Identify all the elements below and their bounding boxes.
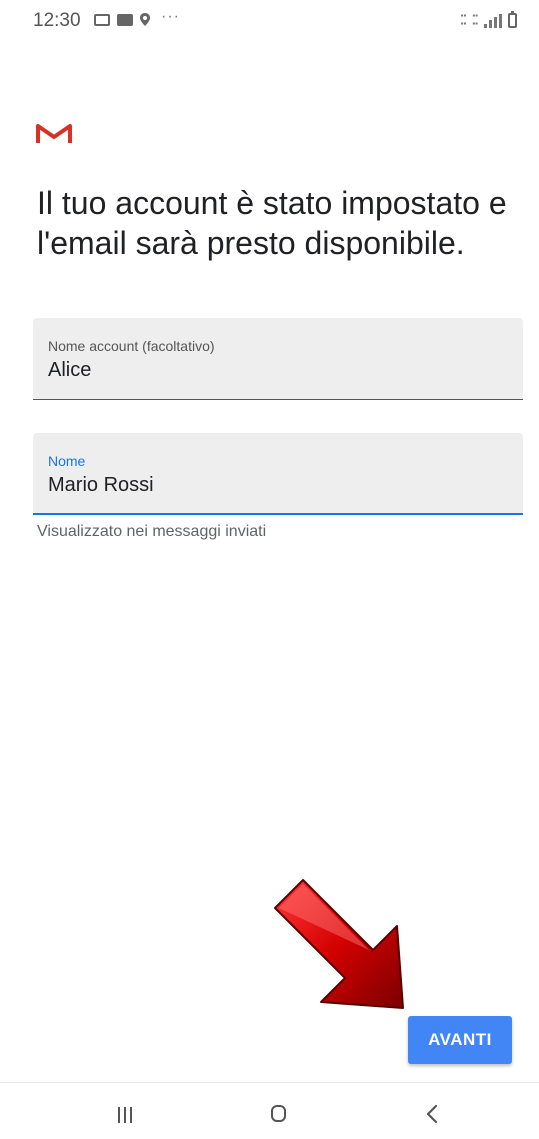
account-name-input[interactable]: Alice [48,359,91,382]
recents-icon[interactable] [118,1107,132,1123]
name-input[interactable]: Mario Rossi [48,474,154,497]
page-title: Il tuo account è stato impostato e l'ema… [37,185,507,261]
name-helper-text: Visualizzato nei messaggi inviati [37,523,267,540]
status-time: 12:30 [33,10,81,31]
status-system-icons: ▪▪ ▪▪ ▪▪ ▪▪ [460,11,517,28]
home-icon[interactable] [271,1105,286,1122]
next-button[interactable]: AVANTI [408,1016,512,1064]
navigation-bar [0,1083,539,1139]
status-notification-icons: ··· [94,8,180,26]
signal-icon [484,14,502,28]
gallery-icon [117,13,133,26]
account-name-label: Nome account (facoltativo) [48,338,215,354]
image-icon [94,13,110,26]
red-arrow-annotation [274,879,404,1009]
location-icon [140,13,150,26]
account-name-field[interactable]: Nome account (facoltativo) Alice [33,318,523,400]
4g-icon: ▪▪ ▪▪ [472,11,478,28]
more-dots-icon: ··· [161,7,180,25]
gmail-logo [36,124,72,143]
name-field[interactable]: Nome Mario Rossi [33,433,523,515]
volte-icon: ▪▪ ▪▪ [460,11,467,28]
status-bar: 12:30 ··· ▪▪ ▪▪ ▪▪ ▪▪ [0,0,539,40]
battery-icon [508,11,517,28]
name-label: Nome [48,453,86,469]
back-icon[interactable] [423,1103,443,1125]
